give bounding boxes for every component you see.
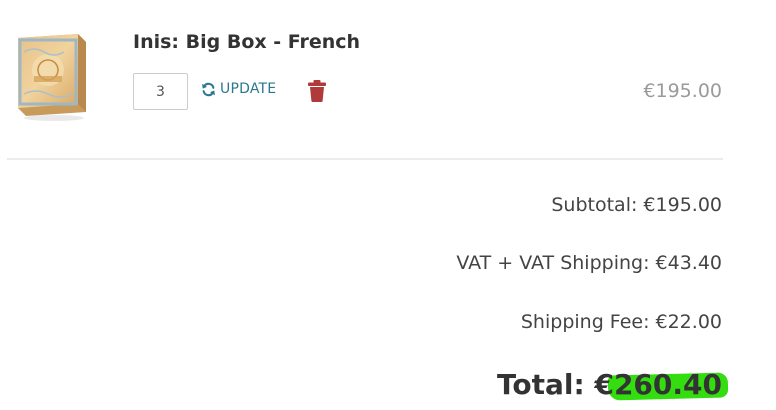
vat-total: VAT + VAT Shipping: €43.40 bbox=[456, 252, 722, 274]
product-title[interactable]: Inis: Big Box - French bbox=[133, 31, 360, 53]
update-label: UPDATE bbox=[220, 81, 277, 97]
divider bbox=[7, 158, 723, 160]
total-value: €260.40 bbox=[594, 368, 722, 401]
total-amount: €260.40 bbox=[594, 368, 729, 401]
line-item-price: €195.00 bbox=[643, 80, 722, 102]
delete-item-button[interactable] bbox=[306, 79, 328, 103]
subtotal: Subtotal: €195.00 bbox=[551, 194, 722, 216]
refresh-icon bbox=[202, 82, 215, 96]
shipping-fee: Shipping Fee: €22.00 bbox=[520, 311, 722, 333]
product-image[interactable] bbox=[14, 32, 88, 122]
trash-icon bbox=[308, 80, 326, 102]
total-label: Total: bbox=[497, 368, 595, 401]
quantity-input[interactable] bbox=[133, 73, 188, 110]
board-game-box-image bbox=[18, 34, 86, 121]
update-button[interactable]: UPDATE bbox=[201, 81, 276, 97]
order-total: Total: €260.40 bbox=[497, 368, 729, 401]
